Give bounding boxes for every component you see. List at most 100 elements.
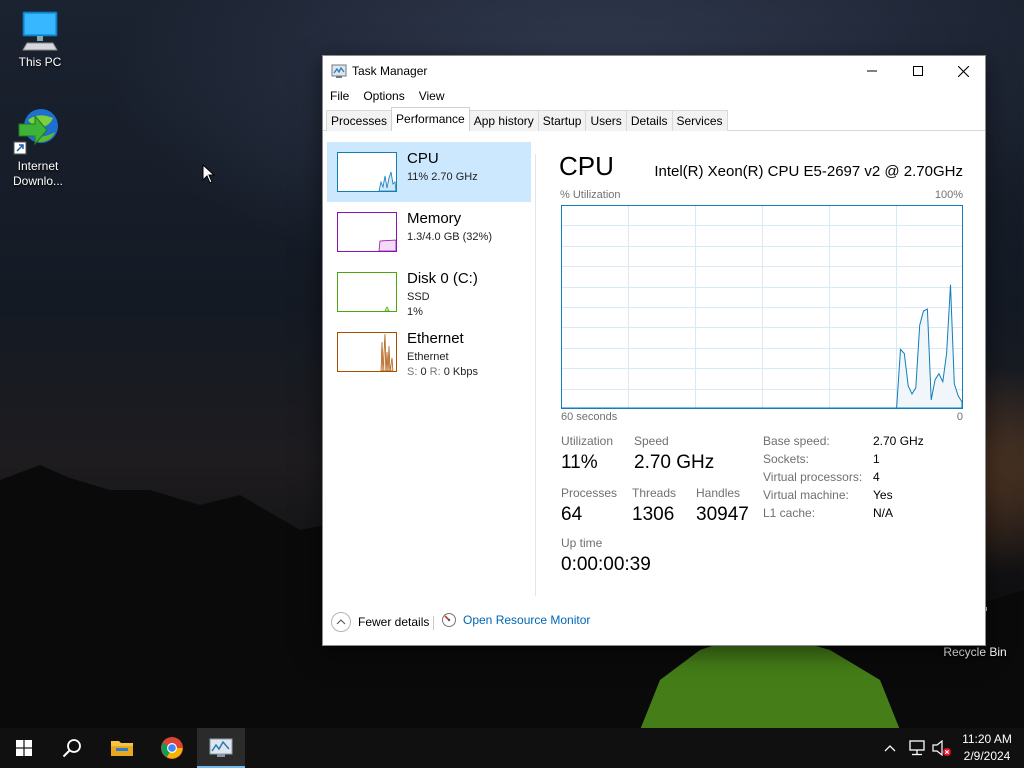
tab-startup[interactable]: Startup: [537, 110, 587, 131]
property-row: Virtual processors: 4: [763, 470, 924, 488]
close-button[interactable]: [940, 56, 986, 86]
tab-processes[interactable]: Processes: [326, 110, 393, 131]
open-resource-monitor-link[interactable]: Open Resource Monitor: [441, 612, 590, 628]
adapter-name: Ethernet: [407, 351, 449, 363]
menu-view[interactable]: View: [412, 86, 452, 106]
chevron-up-icon: [884, 745, 896, 752]
search-button[interactable]: [48, 728, 96, 768]
clock-date: 2/9/2024: [963, 749, 1011, 763]
fewer-details-label: Fewer details: [358, 615, 430, 629]
property-row: L1 cache: N/A: [763, 506, 924, 524]
desktop-icon-label: This PC: [18, 55, 62, 69]
disk-thumbnail-graph: [337, 272, 397, 312]
cpu-properties-table: Base speed: 2.70 GHz Sockets: 1 Virtual pr…: [763, 434, 924, 524]
property-row: Virtual machine: Yes: [763, 488, 924, 506]
close-icon: [957, 65, 969, 77]
stat-value: 64: [561, 504, 583, 525]
globe-download-icon: [13, 109, 58, 155]
folder-icon: [111, 741, 133, 756]
sidebar-item-cpu[interactable]: CPU 11% 2.70 GHz: [327, 142, 531, 202]
resource-monitor-icon: [442, 613, 456, 627]
maximize-icon: [913, 66, 923, 76]
show-hidden-icons-button[interactable]: [884, 728, 896, 768]
stat-label: Up time: [561, 536, 603, 550]
ethernet-thumbnail-graph: [337, 332, 397, 372]
footer-divider: [433, 616, 434, 630]
stat-utilization: Utilization 11%: [561, 434, 613, 474]
graph-time-zero-label: 0: [956, 411, 963, 423]
sidebar-divider: [535, 154, 536, 596]
sidebar-item-detail: 11% 2.70 GHz: [407, 171, 478, 183]
taskbar-chrome[interactable]: [148, 728, 196, 768]
sidebar-item-name: Disk 0 (C:): [407, 270, 478, 287]
menu-file[interactable]: File: [323, 86, 356, 106]
sidebar-item-name: Ethernet: [407, 330, 464, 347]
receive-label: R:: [429, 366, 441, 378]
search-icon: [62, 739, 81, 758]
desktop-icon-internet-download-manager[interactable]: Internet Downlo...: [0, 106, 76, 189]
property-row: Sockets: 1: [763, 452, 924, 470]
menu-options[interactable]: Options: [356, 86, 411, 106]
stat-label: Processes: [561, 486, 618, 500]
minimize-button[interactable]: [849, 56, 895, 86]
property-key: Sockets:: [763, 452, 810, 466]
stat-value: 2.70 GHz: [634, 452, 715, 473]
receive-value: 0 Kbps: [443, 366, 478, 378]
sidebar-item-detail: Ethernet S: 0 R: 0 Kbps: [407, 350, 478, 380]
tab-app-history[interactable]: App history: [468, 110, 539, 131]
stat-processes: Processes 64: [561, 486, 617, 526]
stat-value: 30947: [696, 504, 749, 525]
desktop-icon-this-pc[interactable]: This PC: [2, 10, 78, 70]
tab-users[interactable]: Users: [585, 110, 627, 131]
task-manager-window: Task Manager File Options View Processes…: [322, 55, 986, 646]
title-bar[interactable]: Task Manager: [323, 56, 985, 86]
utilization-axis-max: 100%: [934, 189, 963, 201]
desktop-icon-label: Internet Downlo...: [12, 159, 64, 188]
network-status-button[interactable]: [908, 728, 926, 768]
stat-label: Threads: [632, 486, 677, 500]
disk-type: SSD: [407, 291, 430, 303]
taskbar-task-manager[interactable]: [197, 728, 245, 768]
sidebar-item-detail: SSD 1%: [407, 290, 430, 320]
sidebar-item-disk[interactable]: Disk 0 (C:) SSD 1%: [327, 262, 531, 322]
start-button[interactable]: [0, 728, 48, 768]
volume-button[interactable]: [932, 728, 952, 768]
tab-performance[interactable]: Performance: [391, 107, 470, 131]
tab-services[interactable]: Services: [671, 110, 728, 131]
taskbar-clock[interactable]: 11:20 AM 2/9/2024: [958, 731, 1016, 765]
mouse-cursor-icon: [202, 164, 216, 184]
maximize-button[interactable]: [895, 56, 941, 86]
property-row: Base speed: 2.70 GHz: [763, 434, 924, 452]
chevron-up-icon: [331, 612, 351, 632]
graph-time-span-label: 60 seconds: [561, 411, 618, 423]
open-resource-monitor-label: Open Resource Monitor: [463, 613, 591, 627]
task-manager-icon: [209, 738, 233, 757]
fewer-details-button[interactable]: Fewer details: [331, 612, 429, 632]
volume-muted-icon: [932, 740, 951, 756]
page-title: CPU: [559, 151, 614, 181]
property-value: 1: [873, 452, 880, 466]
taskbar: 11:20 AM 2/9/2024: [0, 728, 1024, 768]
property-value: N/A: [873, 506, 894, 520]
stat-value: 11%: [561, 452, 598, 473]
window-title: Task Manager: [352, 64, 428, 78]
tab-details[interactable]: Details: [625, 110, 673, 131]
send-label: S:: [407, 366, 418, 378]
property-value: 4: [873, 470, 880, 484]
chrome-icon: [161, 737, 183, 759]
sidebar-item-name: CPU: [407, 150, 439, 167]
sidebar-item-ethernet[interactable]: Ethernet Ethernet S: 0 R: 0 Kbps: [327, 322, 531, 382]
property-key: Virtual machine:: [763, 488, 849, 502]
sidebar-item-memory[interactable]: Memory 1.3/4.0 GB (32%): [327, 202, 531, 262]
memory-thumbnail-graph: [337, 212, 397, 252]
stat-label: Speed: [634, 434, 669, 448]
sidebar-item-detail: 1.3/4.0 GB (32%): [407, 231, 492, 243]
computer-icon: [22, 11, 58, 51]
taskbar-file-explorer[interactable]: [98, 728, 146, 768]
stat-label: Utilization: [561, 434, 614, 448]
property-key: Base speed:: [763, 434, 830, 448]
menu-bar: File Options View: [323, 86, 452, 106]
property-value: Yes: [873, 488, 893, 502]
utilization-axis-label: % Utilization: [560, 189, 621, 201]
windows-logo-icon: [16, 740, 32, 756]
